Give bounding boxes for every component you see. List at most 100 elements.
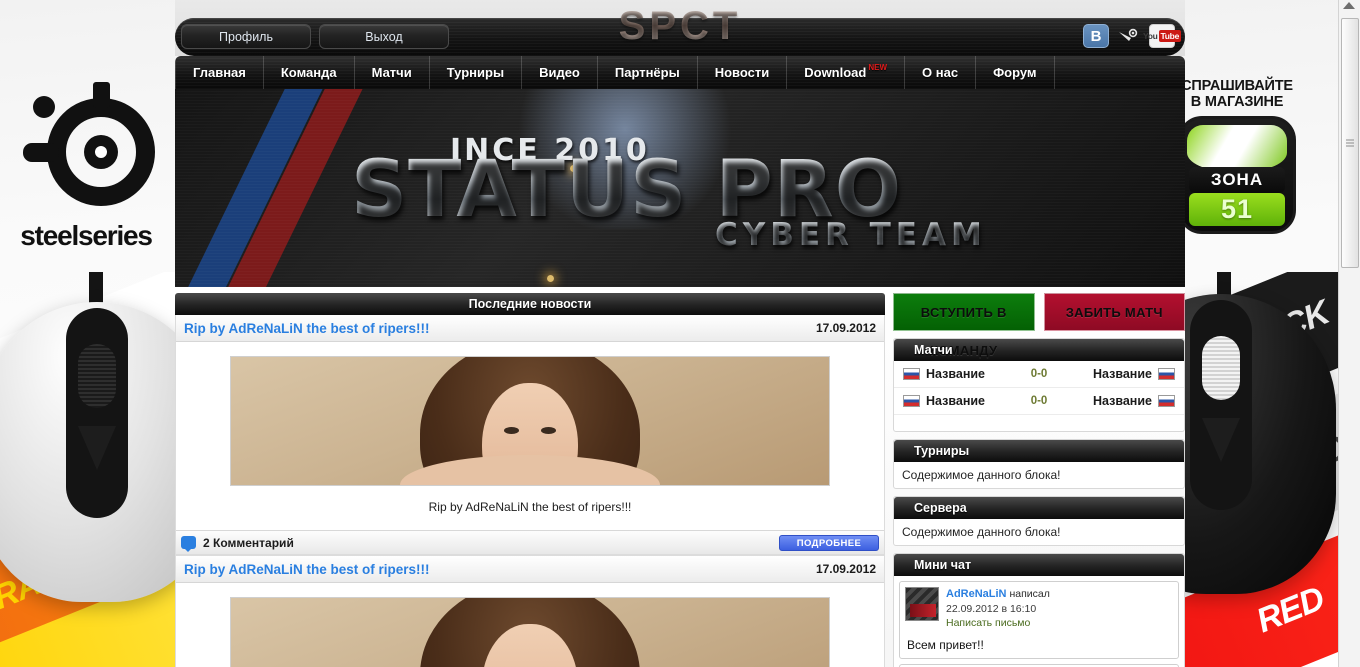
nav-label: Новости (715, 65, 770, 80)
nav-filler (1055, 56, 1185, 89)
nav-item-partners[interactable]: Партнёры (598, 56, 698, 89)
servers-panel: Сервера Содержимое данного блока! (893, 496, 1185, 546)
news-image-eye-left (504, 427, 519, 434)
flag-ru-icon (1158, 395, 1175, 407)
scrollbar-thumb[interactable] (1341, 18, 1359, 268)
match-team-right: Название (1093, 394, 1175, 408)
minichat-panel: Мини чат AdReNaLiN написал 22. (893, 553, 1185, 667)
mouse-arrow (78, 426, 116, 470)
flag-ru-icon (1158, 368, 1175, 380)
flag-ru-icon (903, 368, 920, 380)
top-bar: Профиль Выход SPCT B (175, 0, 1185, 56)
nav-item-about[interactable]: О нас (905, 56, 976, 89)
read-more-label: ПОДРОБНЕЕ (797, 538, 861, 549)
match-score: 0-0 (1031, 395, 1048, 407)
nav-label: Главная (193, 65, 246, 80)
content-area: Последние новости Rip by AdReNaLiN the b… (175, 287, 1185, 667)
main-navigation: Главная Команда Матчи Турниры Видео Парт… (175, 56, 1185, 89)
chat-message-meta: AdReNaLiN написал 22.09.2012 в 16:10 Нап… (946, 587, 1050, 630)
avatar (905, 587, 939, 621)
steam-icon[interactable] (1116, 24, 1142, 48)
comments-count-label: 2 Комментарий (203, 536, 294, 550)
zone51-number: 51 (1221, 194, 1253, 225)
mouse-wheel-right (1202, 336, 1240, 400)
site-logo[interactable]: SPCT (175, 4, 1185, 49)
news-article-body: Rip by AdReNaLiN the best of ripers!!! (176, 342, 884, 520)
news-article-footer: 2 Комментарий ПОДРОБНЕЕ (176, 530, 884, 554)
read-more-button[interactable]: ПОДРОБНЕЕ (779, 535, 879, 551)
news-article-caption: Rip by AdReNaLiN the best of ripers!!! (176, 500, 884, 514)
browser-scrollbar[interactable] (1338, 0, 1360, 667)
zone51-word: ЗОНА (1211, 170, 1263, 190)
steelseries-mark-icon (21, 88, 151, 216)
comments-link[interactable]: 2 Комментарий (181, 536, 294, 550)
matches-panel-title: Матчи (894, 339, 1184, 361)
sidebar: ВСТУПИТЬ В КОМАНДУ ЗАБИТЬ МАТЧ Матчи Наз… (893, 293, 1185, 667)
cta-row: ВСТУПИТЬ В КОМАНДУ ЗАБИТЬ МАТЧ (893, 293, 1185, 331)
tournaments-panel: Турниры Содержимое данного блока! (893, 439, 1185, 489)
chat-username[interactable]: AdReNaLiN (946, 588, 1007, 600)
steelseries-wordmark: steelseries (10, 220, 162, 252)
nav-item-forum[interactable]: Форум (976, 56, 1054, 89)
news-article-image (230, 356, 830, 486)
match-row[interactable]: Название 0-0 Название (894, 388, 1184, 415)
news-article-header: Rip by AdReNaLiN the best of ripers!!! 1… (176, 315, 884, 342)
news-article-title[interactable]: Rip by AdReNaLiN the best of ripers!!! (184, 321, 430, 336)
comment-bubble-icon (181, 536, 196, 549)
scrollbar-up-arrow-icon[interactable] (1343, 2, 1355, 9)
left-ad-banner[interactable]: WHITE BLACK ORANGE (0, 0, 190, 667)
nav-item-download[interactable]: Download NEW (787, 56, 905, 89)
nav-label: Партнёры (615, 65, 680, 80)
site-container: Профиль Выход SPCT B (175, 0, 1185, 667)
left-ad-color-bands: WHITE BLACK ORANGE (0, 272, 190, 667)
steelseries-tick-left (23, 143, 59, 162)
vk-icon[interactable]: B (1083, 24, 1109, 48)
matches-panel: Матчи Название 0-0 Название (893, 338, 1185, 432)
banner-subtitle-text: CYBER TEAM (715, 217, 987, 253)
nav-item-team[interactable]: Команда (264, 56, 355, 89)
hero-banner[interactable]: INCE 2010 STATUS PRO CYBER TEAM (175, 89, 1185, 287)
chat-timestamp: 22.09.2012 в 16:10 (946, 602, 1050, 616)
mouse-wheel (78, 344, 116, 408)
minichat-messages: AdReNaLiN написал 22.09.2012 в 16:10 Нап… (894, 576, 1184, 667)
chat-message-text: Всем привет!! (900, 635, 1178, 658)
steelseries-tick-top (93, 82, 110, 108)
nav-label: Форум (993, 65, 1036, 80)
nav-item-news[interactable]: Новости (698, 56, 788, 89)
new-badge: NEW (868, 63, 887, 72)
nav-label: Команда (281, 65, 337, 80)
chat-message-header: AdReNaLiN написал 22.09.2012 в 16:10 Нап… (900, 582, 1178, 635)
news-article-date: 17.09.2012 (816, 321, 876, 335)
news-column: Последние новости Rip by AdReNaLiN the b… (175, 293, 885, 667)
news-article-title[interactable]: Rip by AdReNaLiN the best of ripers!!! (184, 562, 430, 577)
nav-item-matches[interactable]: Матчи (355, 56, 430, 89)
match-team-left-label: Название (926, 394, 985, 408)
nav-item-tournaments[interactable]: Турниры (430, 56, 522, 89)
chat-message: AdReNaLiN написал 22.09.2012 в 16:10 Нап… (899, 581, 1179, 659)
match-team-right-label: Название (1093, 367, 1152, 381)
vk-icon-glyph: B (1091, 28, 1102, 45)
youtube-icon-tube: Tube (1159, 30, 1181, 42)
youtube-icon[interactable]: You Tube (1149, 24, 1175, 48)
social-links: B You Tube (1083, 24, 1175, 48)
nav-item-video[interactable]: Видео (522, 56, 598, 89)
scrollbar-grip-icon (1346, 140, 1354, 147)
steelseries-core (84, 135, 118, 169)
news-article: Rip by AdReNaLiN the best of ripers!!! 1… (175, 315, 885, 555)
match-team-left-label: Название (926, 367, 985, 381)
zone51-logo-icon: ЗОНА 51 (1178, 116, 1296, 234)
book-match-label: ЗАБИТЬ МАТЧ (1066, 305, 1163, 320)
news-article-body (176, 583, 884, 667)
match-team-left: Название (903, 394, 985, 408)
news-article-header: Rip by AdReNaLiN the best of ripers!!! 1… (176, 556, 884, 583)
page-root: WHITE BLACK ORANGE (0, 0, 1360, 667)
book-match-button[interactable]: ЗАБИТЬ МАТЧ (1044, 293, 1186, 331)
news-article-image (230, 597, 830, 667)
chat-send-mail-link[interactable]: Написать письмо (946, 616, 1050, 630)
join-team-button[interactable]: ВСТУПИТЬ В КОМАНДУ (893, 293, 1035, 331)
news-image-eye-right (541, 427, 556, 434)
nav-item-home[interactable]: Главная (175, 56, 264, 89)
servers-panel-body: Содержимое данного блока! (894, 519, 1184, 545)
steelseries-logo: steelseries (10, 88, 162, 263)
match-team-right-label: Название (1093, 394, 1152, 408)
